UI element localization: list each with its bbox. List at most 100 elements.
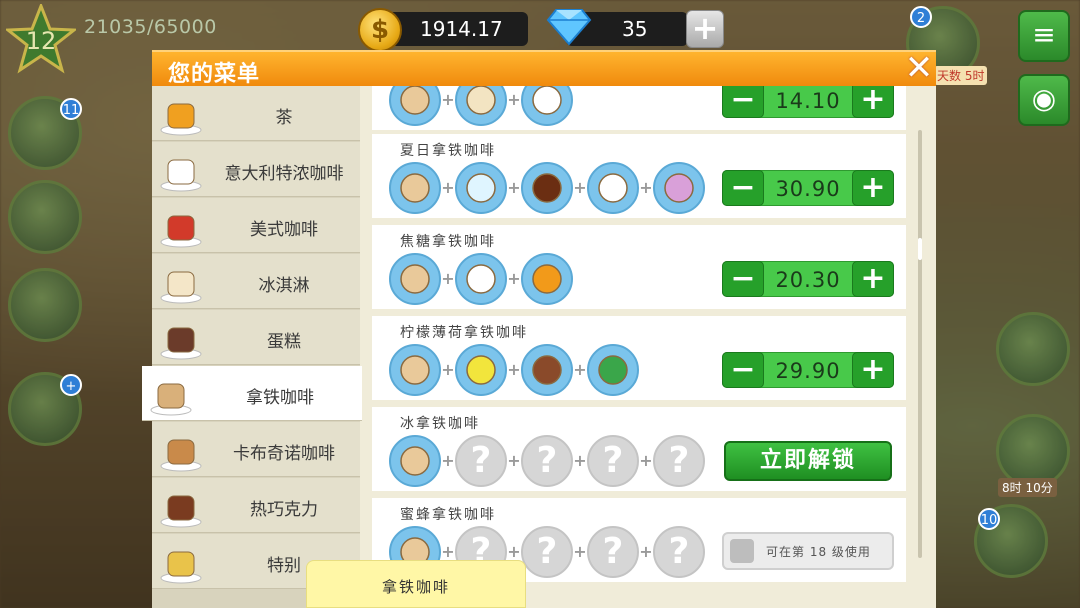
price-value: 29.90: [775, 359, 841, 383]
plus-sign: +: [573, 360, 587, 379]
plus-sign: +: [573, 451, 587, 470]
recipe-book-badge: 11: [60, 98, 82, 120]
recipe-name: 冰拿铁咖啡: [400, 416, 480, 432]
increase-price-button[interactable]: +: [852, 261, 894, 297]
recipe-card: 焦糖拿铁咖啡 + + −20.30 +: [372, 225, 906, 309]
category-item-espresso[interactable]: 意大利特浓咖啡: [152, 142, 360, 197]
category-item-cake[interactable]: 蛋糕: [152, 310, 360, 365]
unlock-now-button[interactable]: 立即解锁: [724, 441, 892, 481]
level-star-icon[interactable]: 12: [6, 4, 76, 74]
price-stepper: −14.10 +: [722, 86, 894, 118]
hot-chocolate-icon: [158, 484, 204, 528]
locked-ingredient-icon: ?: [521, 526, 573, 578]
category-item-hot-chocolate[interactable]: 热巧克力: [152, 478, 360, 533]
category-item-ice-cream[interactable]: 冰淇淋: [152, 254, 360, 309]
whipped-cream-icon: [521, 86, 573, 126]
plus-sign: +: [507, 542, 521, 561]
recipe-card: 柠檬薄荷拿铁咖啡 + + + −29.90 +: [372, 316, 906, 400]
category-label: 蛋糕: [267, 332, 301, 352]
dialog-header: 您的菜单: [152, 50, 936, 87]
cash-register-badge: 10: [978, 508, 1000, 530]
phone-button[interactable]: [8, 268, 82, 342]
price-stepper: −29.90 +: [722, 352, 894, 388]
espresso-icon: [158, 148, 204, 192]
xp-progress-text: 21035/65000: [84, 16, 217, 38]
category-item-cappuccino[interactable]: 卡布奇诺咖啡: [152, 422, 360, 477]
tea-cup-icon: [158, 92, 204, 136]
decrease-price-button[interactable]: −: [722, 352, 764, 388]
lock-icon: [730, 539, 754, 563]
plus-sign: +: [639, 542, 653, 561]
coffee-order-button[interactable]: [996, 414, 1070, 488]
decrease-price-button[interactable]: −: [722, 261, 764, 297]
plus-sign: +: [507, 90, 521, 109]
cappuccino-icon: [158, 428, 204, 472]
plus-sign: +: [507, 269, 521, 288]
locked-ingredient-icon: ?: [587, 435, 639, 487]
cake-icon: [158, 316, 204, 360]
recipe-card: + + −14.10 +: [372, 86, 906, 130]
decrease-price-button[interactable]: −: [722, 86, 764, 118]
diamond-icon: [546, 9, 592, 46]
plus-sign: +: [573, 542, 587, 561]
category-label: 意大利特浓咖啡: [224, 164, 344, 184]
increase-price-button[interactable]: +: [852, 352, 894, 388]
special-drink-icon: [158, 540, 204, 584]
plus-sign: +: [441, 542, 455, 561]
scrollbar-thumb[interactable]: [918, 238, 922, 260]
whipped-cream-icon: [455, 253, 507, 305]
plus-sign: +: [441, 269, 455, 288]
ice-cream-icon: [455, 86, 507, 126]
plus-sign: +: [639, 451, 653, 470]
category-list: 茶意大利特浓咖啡 美式咖啡 冰淇淋 蛋糕 拿铁咖啡 卡布奇诺咖啡 热巧克力 特别: [142, 86, 362, 608]
price-value: 14.10: [775, 89, 841, 113]
plus-sign: +: [507, 178, 521, 197]
caramel-syrup-icon: [521, 253, 573, 305]
gamepad-button[interactable]: ◉: [1018, 74, 1070, 126]
increase-price-button[interactable]: +: [852, 170, 894, 206]
menu-list-button[interactable]: ≡: [1018, 10, 1070, 62]
chocolate-syrup-icon: [521, 162, 573, 214]
price-stepper: −30.90 +: [722, 170, 894, 206]
order-timer-label: 8时 10分: [998, 478, 1057, 497]
gift-badge: +: [60, 374, 82, 396]
increase-price-button[interactable]: +: [852, 86, 894, 118]
event-badge: 2: [910, 6, 932, 28]
lock-text: 可在第 18 级使用: [766, 545, 871, 559]
plus-sign: +: [507, 451, 521, 470]
category-label: 冰淇淋: [258, 276, 310, 296]
locked-ingredient-icon: ?: [653, 435, 705, 487]
recipe-name: 夏日拿铁咖啡: [400, 143, 496, 159]
coin-value: 1914.17: [420, 17, 503, 41]
recipe-name: 蜜蜂拿铁咖啡: [400, 507, 496, 523]
cooking-pot-button[interactable]: [8, 180, 82, 254]
level-lock-badge: 可在第 18 级使用: [722, 532, 894, 570]
dialog-title: 您的菜单: [168, 62, 261, 87]
recipe-card: 夏日拿铁咖啡 + + + + −30.90 +: [372, 134, 906, 218]
buy-gems-button[interactable]: +: [686, 10, 724, 48]
plus-sign: +: [507, 360, 521, 379]
close-button[interactable]: ✕: [900, 51, 938, 86]
price-stepper: −20.30 +: [722, 261, 894, 297]
plus-sign: +: [639, 178, 653, 197]
whipped-cream-icon: [587, 162, 639, 214]
day-timer-label: 天数 5时: [934, 66, 988, 85]
lemon-icon: [455, 344, 507, 396]
category-item-tea-cup[interactable]: 茶: [152, 86, 360, 141]
ice-cream-icon: [158, 260, 204, 304]
gem-value: 35: [622, 17, 648, 41]
plus-sign: +: [441, 90, 455, 109]
scrollbar-track[interactable]: [918, 130, 922, 558]
category-item-americano[interactable]: 美式咖啡: [152, 198, 360, 253]
locked-ingredient-icon: ?: [587, 526, 639, 578]
plus-sign: +: [573, 178, 587, 197]
circus-event-button[interactable]: [996, 312, 1070, 386]
level-number: 12: [26, 27, 57, 55]
plus-sign: +: [441, 360, 455, 379]
latte-icon: [389, 86, 441, 126]
category-item-latte[interactable]: 拿铁咖啡: [142, 366, 362, 421]
locked-ingredient-icon: ?: [455, 435, 507, 487]
category-label: 卡布奇诺咖啡: [233, 444, 335, 464]
latte-icon: [148, 372, 194, 416]
decrease-price-button[interactable]: −: [722, 170, 764, 206]
